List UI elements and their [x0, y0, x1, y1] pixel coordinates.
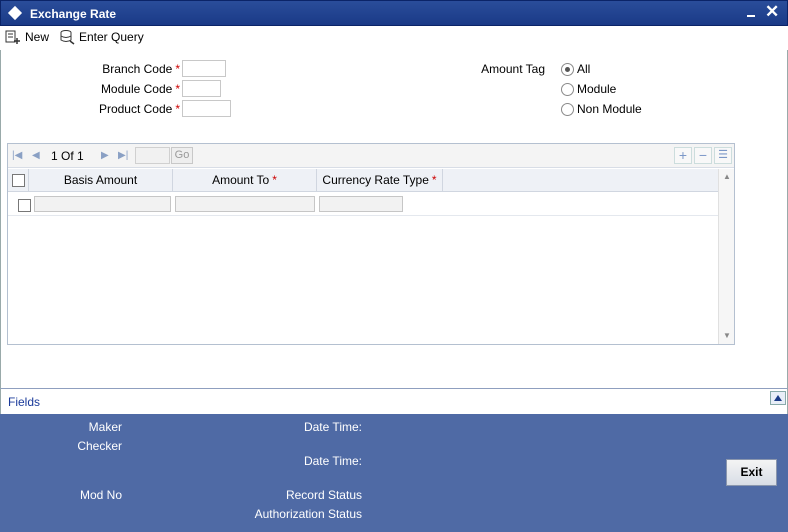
header-select-cell [8, 169, 29, 192]
exit-button[interactable]: Exit [726, 459, 777, 486]
row-checkbox[interactable] [18, 199, 31, 212]
pager-text: 1 Of 1 [51, 149, 84, 163]
mod-no-label: Mod No [79, 488, 122, 502]
module-code-input[interactable] [182, 80, 221, 97]
grid-header: Basis Amount Amount To * Currency Rate Ty… [8, 169, 718, 192]
delete-row-icon[interactable]: − [694, 147, 712, 164]
close-icon[interactable]: ✕ [765, 2, 779, 22]
first-page-icon[interactable]: |◀ [12, 150, 22, 161]
next-page-icon[interactable]: ▶ [101, 150, 109, 161]
amount-tag-option-non-module[interactable]: Non Module [561, 102, 642, 116]
amount-tag-option-module[interactable]: Module [561, 82, 616, 96]
page-number-input[interactable] [135, 147, 170, 164]
column-basis-amount: Basis Amount [29, 169, 173, 192]
branch-code-input[interactable] [182, 60, 226, 77]
amount-to-input[interactable] [175, 196, 315, 212]
radio-non-module[interactable] [561, 102, 574, 116]
record-status-label: Record Status [285, 488, 362, 502]
column-currency-rate-type: Currency Rate Type * [317, 169, 443, 192]
single-view-icon[interactable]: ☰ [714, 147, 732, 164]
grid-pager: |◀ ◀ 1 Of 1 ▶ ▶| Go + − ☰ [8, 144, 734, 168]
scroll-down-icon[interactable]: ▼ [723, 331, 731, 340]
branch-code-label: Branch Code * [102, 62, 180, 76]
window-title-bar: Exchange Rate ✕ [0, 0, 788, 26]
diamond-icon [7, 5, 23, 21]
authorization-status-label: Authorization Status [254, 507, 362, 521]
table-row [8, 193, 718, 216]
column-amount-to: Amount To * [173, 169, 317, 192]
basis-amount-input[interactable] [34, 196, 171, 212]
checker-label: Checker [77, 439, 122, 453]
new-document-icon [5, 30, 20, 44]
module-code-label: Module Code * [100, 82, 180, 96]
new-button[interactable]: New [5, 28, 49, 46]
minimize-icon[interactable] [747, 15, 755, 17]
enter-query-button-label: Enter Query [79, 30, 144, 44]
amount-tag-option-all[interactable]: All [561, 62, 590, 76]
maker-date-time-label: Date Time: [303, 420, 362, 434]
last-page-icon[interactable]: ▶| [118, 150, 128, 161]
toolbar: New Enter Query [1, 26, 787, 50]
go-button[interactable]: Go [171, 147, 193, 164]
collapse-arrow-icon[interactable] [770, 391, 786, 405]
fields-bar: Fields [0, 388, 788, 414]
radio-all[interactable] [561, 62, 574, 76]
new-button-label: New [25, 30, 50, 44]
amount-tag-label: Amount Tag [481, 62, 545, 76]
window-title: Exchange Rate [30, 7, 117, 21]
audit-footer: Maker Checker Mod No Date Time: Date Tim… [0, 414, 788, 532]
select-all-checkbox[interactable] [12, 174, 25, 187]
previous-page-icon[interactable]: ◀ [32, 150, 40, 161]
query-database-icon [60, 30, 75, 45]
checker-date-time-label: Date Time: [303, 454, 362, 468]
currency-rate-type-input[interactable] [319, 196, 403, 212]
maker-label: Maker [88, 420, 122, 434]
fields-link[interactable]: Fields [8, 395, 40, 409]
radio-module[interactable] [561, 82, 574, 96]
enter-query-button[interactable]: Enter Query [59, 28, 144, 46]
product-code-label: Product Code * [98, 102, 180, 116]
amount-grid: |◀ ◀ 1 Of 1 ▶ ▶| Go + − ☰ Basis Amount A… [7, 143, 735, 345]
add-row-icon[interactable]: + [674, 147, 692, 164]
product-code-input[interactable] [182, 100, 231, 117]
grid-scrollbar[interactable]: ▲ ▼ [718, 169, 734, 344]
scroll-up-icon[interactable]: ▲ [723, 172, 731, 181]
